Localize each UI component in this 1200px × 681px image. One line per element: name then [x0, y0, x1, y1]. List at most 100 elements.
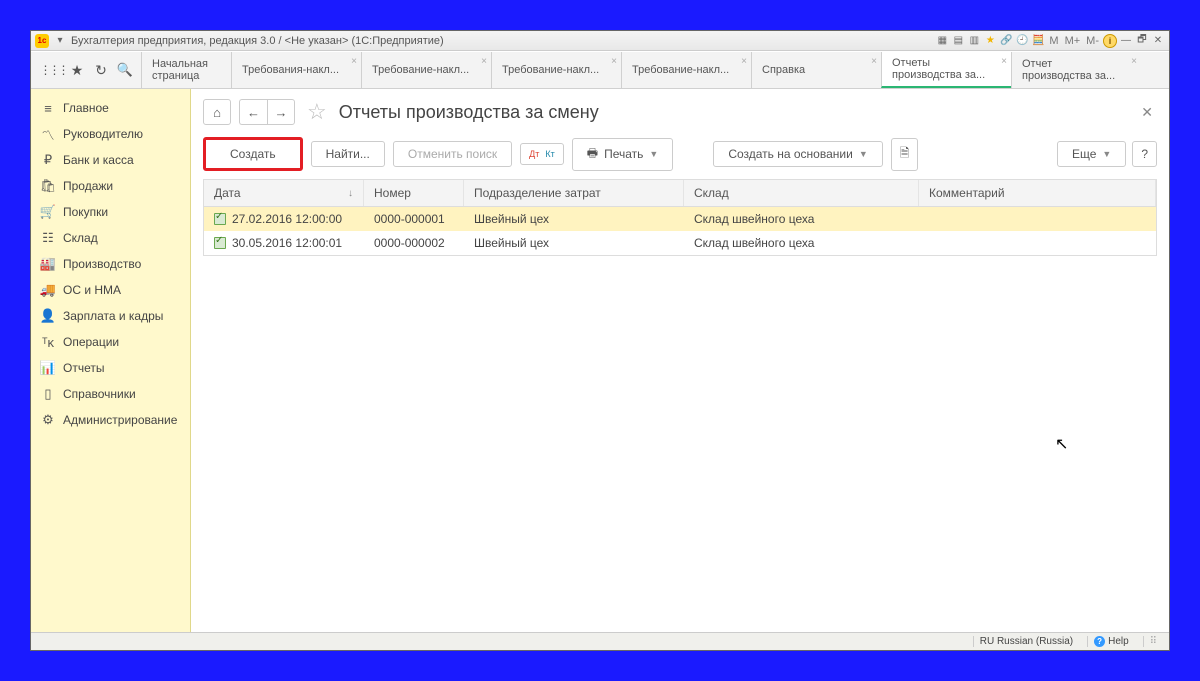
- tab-close-icon[interactable]: ×: [1131, 56, 1137, 67]
- document-icon: 🗎: [900, 144, 910, 165]
- sidebar-item-main[interactable]: ≡Главное: [31, 95, 190, 121]
- tb-link-icon[interactable]: 🔗: [999, 34, 1013, 48]
- minimize-icon[interactable]: —: [1119, 34, 1133, 48]
- tab-req-list[interactable]: × Требования-накл...: [231, 52, 361, 88]
- col-date[interactable]: Дата↓: [204, 180, 364, 206]
- tab-label: Требования-накл...: [242, 64, 341, 76]
- tab-label: производства за...: [1022, 70, 1121, 82]
- tab-reports-list[interactable]: × Отчеты производства за...: [881, 52, 1011, 88]
- col-warehouse[interactable]: Склад: [684, 180, 919, 206]
- tb-M[interactable]: M: [1047, 35, 1060, 47]
- sidebar-item-purchases[interactable]: 🛒Покупки: [31, 199, 190, 225]
- header-label: Комментарий: [929, 186, 1005, 200]
- tab-start[interactable]: Начальная страница: [141, 52, 231, 88]
- dt-kt-button[interactable]: ДтКт: [520, 143, 564, 165]
- tab-close-icon[interactable]: ×: [871, 56, 877, 67]
- tb-Mplus[interactable]: M+: [1063, 35, 1083, 47]
- col-subdivision[interactable]: Подразделение затрат: [464, 180, 684, 206]
- sidebar-item-catalogs[interactable]: ▯ Справочники: [31, 381, 190, 407]
- tb-Mminus[interactable]: M-: [1084, 35, 1101, 47]
- tb-clock-icon[interactable]: 🕘: [1015, 34, 1029, 48]
- create-button[interactable]: Создать: [203, 137, 303, 171]
- close-icon[interactable]: ✕: [1151, 34, 1165, 48]
- table-header: Дата↓ Номер Подразделение затрат Склад К…: [204, 180, 1156, 207]
- col-number[interactable]: Номер: [364, 180, 464, 206]
- tab-label: страница: [152, 70, 211, 82]
- sidebar-item-label: Администрирование: [63, 413, 177, 427]
- info-icon[interactable]: i: [1103, 34, 1117, 48]
- cell-number: 0000-000002: [364, 233, 464, 253]
- sidebar-item-label: Отчеты: [63, 361, 104, 375]
- more-button[interactable]: Еще▼: [1057, 141, 1126, 167]
- sidebar-item-manager[interactable]: 〽Руководителю: [31, 121, 190, 147]
- cell-subdivision: Швейный цех: [464, 209, 684, 229]
- history-icon[interactable]: ↻: [93, 62, 109, 78]
- restore-icon[interactable]: 🗗: [1135, 34, 1149, 48]
- create-based-button[interactable]: Создать на основании▼: [713, 141, 882, 167]
- table-row[interactable]: 27.02.2016 12:00:00 0000-000001 Швейный …: [204, 207, 1156, 231]
- favorite-icon[interactable]: ☆: [307, 99, 327, 125]
- back-button[interactable]: ←: [239, 99, 267, 125]
- tab-label: Справка: [762, 64, 861, 76]
- tab-report[interactable]: × Отчет производства за...: [1011, 52, 1141, 88]
- help-button[interactable]: ?: [1132, 141, 1157, 167]
- col-comment[interactable]: Комментарий: [919, 180, 1156, 206]
- doc-posted-icon: [214, 237, 226, 249]
- tb-doc-icon[interactable]: ▤: [951, 34, 965, 48]
- status-label: Help: [1108, 636, 1129, 647]
- star-icon[interactable]: ★: [69, 62, 85, 78]
- header-label: Подразделение затрат: [474, 186, 601, 200]
- header-label: Склад: [694, 186, 729, 200]
- cancel-search-button[interactable]: Отменить поиск: [393, 141, 512, 167]
- sidebar-item-bank[interactable]: ₽Банк и касса: [31, 147, 190, 173]
- search-icon[interactable]: 🔍: [117, 62, 133, 78]
- status-language[interactable]: RU Russian (Russia): [973, 636, 1079, 647]
- tb-star-icon[interactable]: ★: [983, 34, 997, 48]
- tab-label: Требование-накл...: [632, 64, 731, 76]
- print-button[interactable]: 🖶Печать▼: [572, 138, 674, 171]
- table-row[interactable]: 30.05.2016 12:00:01 0000-000002 Швейный …: [204, 231, 1156, 255]
- tab-close-icon[interactable]: ×: [741, 56, 747, 67]
- sidebar-item-admin[interactable]: ⚙ Администрирование: [31, 407, 190, 433]
- home-button[interactable]: ⌂: [203, 99, 231, 125]
- sidebar-item-operations[interactable]: ᵀᴋОперации: [31, 329, 190, 355]
- tab-label: Требование-накл...: [502, 64, 601, 76]
- tab-req-2[interactable]: × Требование-накл...: [491, 52, 621, 88]
- sidebar-item-salary[interactable]: 👤Зарплата и кадры: [31, 303, 190, 329]
- tab-label: Требование-накл...: [372, 64, 471, 76]
- tb-grid-icon[interactable]: ▦: [935, 34, 949, 48]
- tab-label: Отчеты: [892, 57, 991, 69]
- forward-button[interactable]: →: [267, 99, 295, 125]
- sidebar-item-warehouse[interactable]: ☷Склад: [31, 225, 190, 251]
- tab-close-icon[interactable]: ×: [1001, 56, 1007, 67]
- tab-close-icon[interactable]: ×: [611, 56, 617, 67]
- close-page-icon[interactable]: ✕: [1137, 100, 1157, 125]
- tab-close-icon[interactable]: ×: [351, 56, 357, 67]
- tab-label: Начальная: [152, 58, 211, 70]
- tab-req-1[interactable]: × Требование-накл...: [361, 52, 491, 88]
- button-label: Еще: [1072, 147, 1096, 161]
- tb-calc-icon[interactable]: 🧮: [1031, 34, 1045, 48]
- tab-req-3[interactable]: × Требование-накл...: [621, 52, 751, 88]
- tb-dropdown-icon[interactable]: ▾: [53, 34, 67, 48]
- tab-label: производства за...: [892, 69, 991, 81]
- status-help[interactable]: ?Help: [1087, 636, 1135, 647]
- sidebar-item-assets[interactable]: 🚚ОС и НМА: [31, 277, 190, 303]
- button-label: Найти...: [326, 147, 370, 161]
- menu-icon: ≡: [41, 101, 55, 115]
- button-label: Печать: [604, 147, 643, 161]
- find-button[interactable]: Найти...: [311, 141, 385, 167]
- chart-icon: 〽: [41, 127, 55, 141]
- document-button[interactable]: 🗎: [891, 138, 919, 171]
- sidebar-item-production[interactable]: 🏭Производство: [31, 251, 190, 277]
- tab-close-icon[interactable]: ×: [481, 56, 487, 67]
- sidebar-item-reports[interactable]: 📊Отчеты: [31, 355, 190, 381]
- sidebar-item-sales[interactable]: 🛍Продажи: [31, 173, 190, 199]
- person-icon: 👤: [41, 309, 55, 323]
- tb-list-icon[interactable]: ▥: [967, 34, 981, 48]
- catalog-icon: ▯: [41, 387, 55, 401]
- gear-icon: ⚙: [41, 413, 55, 427]
- apps-grid-icon[interactable]: [45, 62, 61, 78]
- tab-help[interactable]: × Справка: [751, 52, 881, 88]
- sidebar-item-label: Справочники: [63, 387, 136, 401]
